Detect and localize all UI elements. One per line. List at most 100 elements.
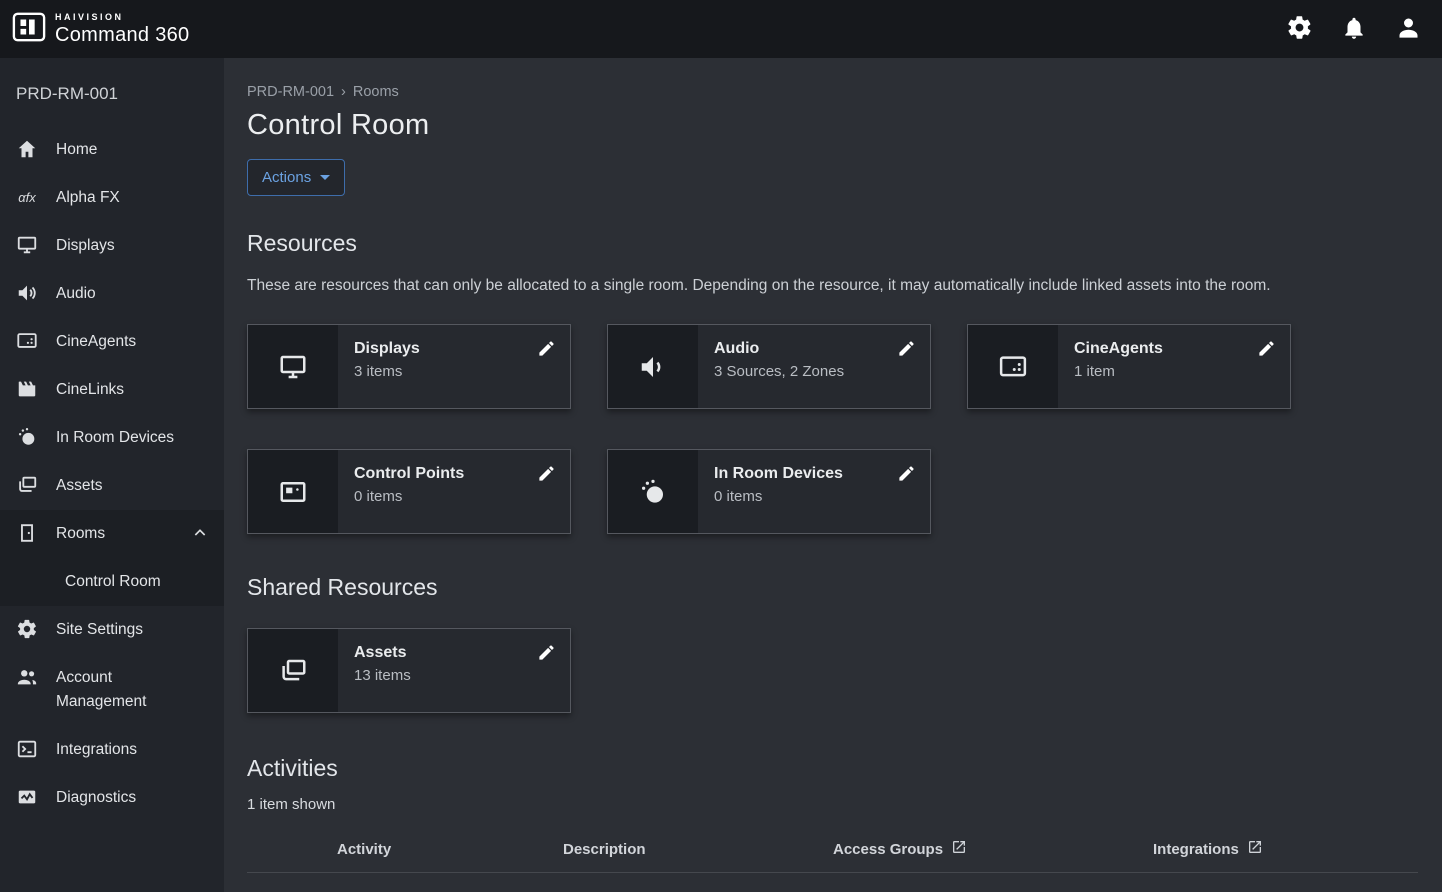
sidebar-item-integrations[interactable]: Integrations <box>0 726 224 774</box>
user-menu-button[interactable] <box>1395 14 1422 44</box>
breadcrumb-parent[interactable]: PRD-RM-001 <box>247 84 334 100</box>
sidebar-item-site-settings[interactable]: Site Settings <box>0 606 224 654</box>
activities-header-row: Activity Description Access Groups Integ… <box>247 826 1418 873</box>
breadcrumb-current[interactable]: Rooms <box>353 84 399 100</box>
display-icon <box>248 325 338 408</box>
card-title: Assets <box>354 644 411 662</box>
sidebar-item-alpha-fx[interactable]: αfx Alpha FX <box>0 174 224 222</box>
sidebar-item-home[interactable]: Home <box>0 126 224 174</box>
sidebar-site-name: PRD-RM-001 <box>0 58 224 126</box>
shared-resources-section-title: Shared Resources <box>247 574 1418 601</box>
activities-section-title: Activities <box>247 755 1418 782</box>
cinelinks-icon <box>16 378 38 400</box>
resource-card-displays: Displays 3 items <box>247 324 571 409</box>
gear-icon <box>16 618 38 640</box>
sidebar-item-audio[interactable]: Audio <box>0 270 224 318</box>
chevron-up-icon <box>192 522 208 546</box>
sidebar-item-displays[interactable]: Displays <box>0 222 224 270</box>
notifications-button[interactable] <box>1341 15 1367 44</box>
sidebar-item-cineagents[interactable]: CineAgents <box>0 318 224 366</box>
edit-in-room-devices-button[interactable] <box>897 464 916 486</box>
terminal-icon <box>16 738 38 760</box>
card-title: Audio <box>714 340 844 358</box>
caret-down-icon <box>320 175 330 180</box>
card-subtitle: 3 items <box>354 363 420 380</box>
edit-audio-button[interactable] <box>897 339 916 361</box>
card-subtitle: 0 items <box>714 488 843 505</box>
app-brand: HAIVISION Command 360 <box>12 10 189 49</box>
sidebar-rooms-group: Rooms Control Room <box>0 510 224 606</box>
sidebar-item-rooms[interactable]: Rooms <box>0 510 224 558</box>
card-title: Control Points <box>354 465 464 483</box>
control-points-icon <box>248 450 338 533</box>
edit-displays-button[interactable] <box>537 339 556 361</box>
card-subtitle: 13 items <box>354 667 411 684</box>
edit-assets-button[interactable] <box>537 643 556 665</box>
breadcrumb-separator: › <box>341 84 346 100</box>
alpha-fx-icon: αfx <box>16 186 38 208</box>
access-groups-column-header: Access Groups <box>833 826 1153 873</box>
user-icon <box>1395 14 1422 44</box>
activity-integrations: - <box>1153 873 1418 892</box>
activity-description: - <box>563 873 833 892</box>
people-icon <box>16 666 38 688</box>
page-title: Control Room <box>247 109 1418 142</box>
topbar: HAIVISION Command 360 <box>0 0 1442 58</box>
resource-card-in-room-devices: In Room Devices 0 items <box>607 449 931 534</box>
pencil-icon <box>897 346 916 361</box>
external-link-icon[interactable] <box>951 839 967 859</box>
assets-icon <box>16 474 38 496</box>
card-title: CineAgents <box>1074 340 1163 358</box>
activity-column-header: Activity <box>337 826 563 873</box>
integrations-column-header: Integrations <box>1153 826 1418 873</box>
activity-row: Explore - Hai Root - <box>247 873 1418 892</box>
actions-button[interactable]: Actions <box>247 159 345 196</box>
resources-section-title: Resources <box>247 230 1418 257</box>
sidebar-item-in-room-devices[interactable]: In Room Devices <box>0 414 224 462</box>
settings-button[interactable] <box>1286 14 1313 44</box>
main-content: PRD-RM-001 › Rooms Control Room Actions … <box>224 58 1442 892</box>
edit-cineagents-button[interactable] <box>1257 339 1276 361</box>
sidebar-item-diagnostics[interactable]: Diagnostics <box>0 774 224 822</box>
card-title: In Room Devices <box>714 465 843 483</box>
gear-icon <box>1286 14 1313 44</box>
pencil-icon <box>537 471 556 486</box>
resource-card-audio: Audio 3 Sources, 2 Zones <box>607 324 931 409</box>
resource-card-control-points: Control Points 0 items <box>247 449 571 534</box>
shared-card-grid: Assets 13 items <box>247 628 1418 713</box>
sidebar-item-account-management[interactable]: Account Management <box>0 654 224 726</box>
bell-icon <box>1341 15 1367 44</box>
card-subtitle: 3 Sources, 2 Zones <box>714 363 844 380</box>
resources-card-grid: Displays 3 items Audio 3 Sources, 2 Zone… <box>247 324 1418 534</box>
speaker-icon <box>608 325 698 408</box>
card-title: Displays <box>354 340 420 358</box>
card-subtitle: 0 items <box>354 488 464 505</box>
speaker-icon <box>16 282 38 304</box>
sidebar-item-cinelinks[interactable]: CineLinks <box>0 366 224 414</box>
description-column-header: Description <box>563 826 833 873</box>
product-name: Command 360 <box>55 25 189 45</box>
cineagents-icon <box>968 325 1058 408</box>
card-subtitle: 1 item <box>1074 363 1163 380</box>
resource-card-cineagents: CineAgents 1 item <box>967 324 1291 409</box>
topbar-actions <box>1286 14 1422 44</box>
pencil-icon <box>1257 346 1276 361</box>
resources-description: These are resources that can only be all… <box>247 274 1412 297</box>
activities-count: 1 item shown <box>247 796 1418 813</box>
external-link-icon[interactable] <box>1247 839 1263 859</box>
pencil-icon <box>537 650 556 665</box>
assets-icon <box>248 629 338 712</box>
in-room-device-icon <box>608 450 698 533</box>
sidebar-item-control-room[interactable]: Control Room <box>0 558 224 606</box>
sidebar: PRD-RM-001 Home αfx Alpha FX Displays Au… <box>0 58 224 892</box>
diagnostics-icon <box>16 786 38 808</box>
home-icon <box>16 138 38 160</box>
sidebar-item-assets[interactable]: Assets <box>0 462 224 510</box>
pencil-icon <box>537 346 556 361</box>
rooms-icon <box>16 522 38 544</box>
display-icon <box>16 234 38 256</box>
activities-table: Activity Description Access Groups Integ… <box>247 826 1418 892</box>
edit-control-points-button[interactable] <box>537 464 556 486</box>
sidebar-nav: Home αfx Alpha FX Displays Audio CineAge… <box>0 126 224 822</box>
cineagents-icon <box>16 330 38 352</box>
